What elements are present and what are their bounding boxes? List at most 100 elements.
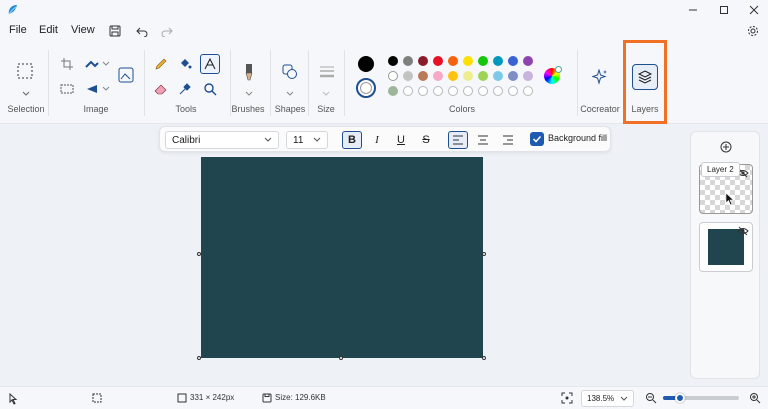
resize-handle-right[interactable] [482,252,486,256]
zoom-slider[interactable] [663,393,739,403]
fill-tool[interactable] [177,56,193,72]
align-center-button[interactable] [473,131,493,149]
drawing-canvas[interactable] [201,157,483,358]
resize-handle-bottom-right[interactable] [482,356,486,360]
color-swatch[interactable] [403,56,413,66]
cocreator-button[interactable] [591,68,609,86]
ribbon: Selection Image Tools Brushes Shapes Siz… [0,40,768,124]
text-tool[interactable] [200,54,220,74]
color-swatch[interactable] [433,56,443,66]
font-family-select[interactable]: Calibri [165,131,279,149]
color-swatch[interactable] [463,71,473,81]
save-icon [109,25,121,37]
magnifier-tool[interactable] [202,81,218,97]
align-left-button[interactable] [448,131,468,149]
save-button[interactable] [107,23,123,39]
zoom-slider-thumb[interactable] [675,393,685,403]
group-label-shapes: Shapes [274,104,306,114]
crop-button[interactable] [59,56,75,72]
minimize-button[interactable] [678,0,708,20]
menu-file[interactable]: File [9,24,27,36]
image-select-button[interactable] [117,66,135,84]
shapes-dropdown[interactable] [286,86,294,96]
layers-icon [637,70,653,84]
edit-colors-button[interactable] [544,66,562,84]
selection-dropdown[interactable] [22,86,30,96]
select-all-button[interactable] [59,81,75,97]
settings-button[interactable] [745,23,761,39]
align-right-button[interactable] [498,131,518,149]
layers-button[interactable] [632,64,658,90]
zoom-out-button[interactable] [645,392,657,404]
file-size-icon [262,393,272,403]
color-swatch[interactable] [478,71,488,81]
pencil-tool[interactable] [153,56,169,72]
strikethrough-button[interactable]: S [416,131,436,149]
fit-to-window-button[interactable] [561,392,573,404]
font-size-value: 11 [293,134,304,146]
empty-color-swatch[interactable] [463,86,473,96]
color-swatch[interactable] [418,56,428,66]
undo-button[interactable] [134,23,150,39]
color-swatch[interactable] [523,56,533,66]
status-bar: 331 × 242px Size: 129.6KB 138.5% [0,386,768,409]
resize-handle-left[interactable] [197,252,201,256]
visibility-icon[interactable] [737,226,749,236]
empty-color-swatch[interactable] [508,86,518,96]
menu-edit[interactable]: Edit [39,24,58,36]
color-swatch[interactable] [493,56,503,66]
color-swatch[interactable] [388,86,398,96]
empty-color-swatch[interactable] [448,86,458,96]
font-size-select[interactable]: 11 [286,131,328,149]
maximize-icon [720,6,728,14]
layer-1-thumbnail[interactable] [699,222,753,272]
color-swatch[interactable] [403,71,413,81]
empty-color-swatch[interactable] [403,86,413,96]
size-dropdown[interactable] [322,86,330,96]
shapes-button[interactable] [282,64,298,80]
zoom-select[interactable]: 138.5% [581,390,634,407]
eyedropper-icon [179,83,191,95]
color-swatch[interactable] [388,71,398,81]
resize-handle-bottom-left[interactable] [197,356,201,360]
redo-button[interactable] [159,23,175,39]
italic-button[interactable]: I [367,131,387,149]
color-swatch[interactable] [478,56,488,66]
color-swatch[interactable] [448,56,458,66]
resize-dropdown[interactable] [98,56,114,72]
empty-color-swatch[interactable] [433,86,443,96]
primary-color[interactable] [358,56,374,72]
color-swatch[interactable] [508,71,518,81]
zoom-in-button[interactable] [749,392,761,404]
add-layer-button[interactable] [719,140,733,154]
empty-color-swatch[interactable] [418,86,428,96]
menu-view[interactable]: View [71,24,95,36]
empty-color-swatch[interactable] [478,86,488,96]
brushes-dropdown[interactable] [245,86,253,96]
color-swatch[interactable] [493,71,503,81]
maximize-button[interactable] [709,0,739,20]
empty-color-swatch[interactable] [493,86,503,96]
color-swatch[interactable] [523,71,533,81]
background-fill-checkbox[interactable] [530,132,544,146]
underline-button[interactable]: U [391,131,411,149]
close-button[interactable] [739,0,768,20]
size-button[interactable] [318,64,336,80]
canvas-size-icon [177,393,187,403]
color-swatch[interactable] [433,71,443,81]
color-swatch[interactable] [463,56,473,66]
selection-button[interactable] [16,62,34,80]
secondary-color[interactable] [356,78,376,98]
eraser-tool[interactable] [153,81,169,97]
color-swatch[interactable] [508,56,518,66]
rotate-dropdown[interactable] [98,81,114,97]
group-label-image: Image [83,104,109,114]
resize-handle-bottom[interactable] [339,356,343,360]
color-picker-tool[interactable] [177,81,193,97]
color-swatch[interactable] [418,71,428,81]
color-swatch[interactable] [448,71,458,81]
empty-color-swatch[interactable] [523,86,533,96]
color-swatch[interactable] [388,56,398,66]
bold-button[interactable]: B [342,131,362,149]
brushes-button[interactable] [240,62,258,82]
